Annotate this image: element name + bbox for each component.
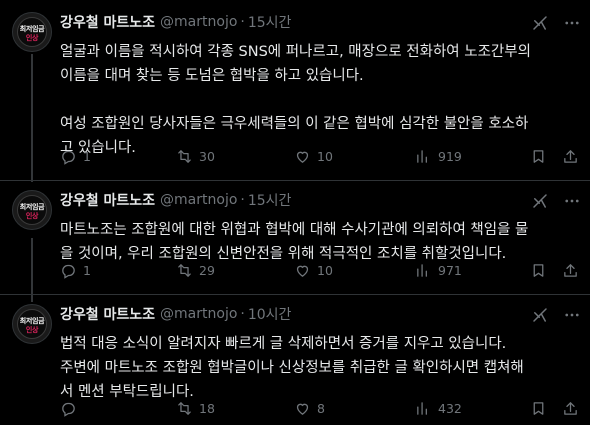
bookmark-button[interactable] xyxy=(530,400,553,417)
separator-dot: · xyxy=(240,192,245,208)
repost-count: 29 xyxy=(199,263,215,278)
share-button[interactable] xyxy=(562,262,585,279)
share-icon xyxy=(564,402,577,415)
grok-icon[interactable] xyxy=(531,14,549,32)
reply-button[interactable]: 1 xyxy=(60,262,91,279)
share-icon xyxy=(564,264,577,277)
author-name[interactable]: 강우철 마트노조 xyxy=(60,304,155,324)
author-name[interactable]: 강우철 마트노조 xyxy=(60,12,155,32)
reply-icon xyxy=(62,264,75,279)
reply-count: 1 xyxy=(83,149,91,164)
author-name[interactable]: 강우철 마트노조 xyxy=(60,190,155,210)
tweet-header: 강우철 마트노조 @martnojo · 10시간 xyxy=(60,304,291,324)
timestamp[interactable]: 10시간 xyxy=(248,304,292,324)
repost-count: 30 xyxy=(199,149,215,164)
separator-dot: · xyxy=(240,306,245,322)
repost-button[interactable]: 29 xyxy=(176,262,215,279)
author-handle[interactable]: @martnojo xyxy=(160,306,237,322)
grok-icon[interactable] xyxy=(531,306,549,324)
tweet-actions: 1 29 10 971 xyxy=(60,262,582,282)
avatar-logo-text: 인상 xyxy=(25,212,39,220)
tweet[interactable]: 최저임금 인상 강우철 마트노조 @martnojo · 15시간 마트노조는 … xyxy=(0,190,590,290)
avatar-logo-text: 최저임금 xyxy=(19,317,45,325)
bookmark-icon xyxy=(533,264,544,277)
like-count: 10 xyxy=(317,263,333,278)
tweet-actions: 18 8 432 xyxy=(60,400,582,420)
tweet[interactable]: 최저임금 인상 강우철 마트노조 @martnojo · 15시간 얼굴과 이름… xyxy=(0,12,590,170)
views-button[interactable]: 432 xyxy=(415,400,462,417)
avatar-logo-text: 최저임금 xyxy=(19,203,45,211)
avatar[interactable]: 최저임금 인상 xyxy=(12,12,52,52)
timestamp[interactable]: 15시간 xyxy=(248,190,292,210)
tweet-text: 법적 대응 소식이 알려지자 빠르게 글 삭제하면서 증거를 지우고 있습니다.… xyxy=(60,336,524,400)
like-icon xyxy=(296,403,309,415)
more-icon[interactable] xyxy=(563,306,581,324)
tweet-header: 강우철 마트노조 @martnojo · 15시간 xyxy=(60,190,291,210)
tweet-header: 강우철 마트노조 @martnojo · 15시간 xyxy=(60,12,291,32)
like-count: 8 xyxy=(317,401,325,416)
repost-icon xyxy=(178,402,191,415)
tweet-text: 얼굴과 이름을 적시하여 각종 SNS에 퍼나르고, 매장으로 전화하여 노조간… xyxy=(60,44,531,156)
tweet[interactable]: 최저임금 인상 강우철 마트노조 @martnojo · 10시간 법적 대응 … xyxy=(0,304,590,425)
views-count: 971 xyxy=(438,263,462,278)
bookmark-icon xyxy=(533,402,544,415)
share-icon xyxy=(564,150,577,163)
tweet-actions: 1 30 10 919 xyxy=(60,148,582,168)
like-count: 10 xyxy=(317,149,333,164)
bookmark-button[interactable] xyxy=(530,148,553,165)
like-button[interactable]: 8 xyxy=(294,400,325,417)
repost-icon xyxy=(178,264,191,277)
timestamp[interactable]: 15시간 xyxy=(248,12,292,32)
repost-button[interactable]: 30 xyxy=(176,148,215,165)
views-icon xyxy=(417,150,427,163)
like-icon xyxy=(296,151,309,163)
views-count: 919 xyxy=(438,149,462,164)
tweet-text: 마트노조는 조합원에 대한 위협과 협박에 대해 수사기관에 의뢰하여 책임을 … xyxy=(60,222,529,262)
views-button[interactable]: 971 xyxy=(415,262,462,279)
views-icon xyxy=(417,264,427,277)
reply-button[interactable]: 1 xyxy=(60,148,91,165)
repost-icon xyxy=(178,150,191,163)
like-button[interactable]: 10 xyxy=(294,148,333,165)
tweet-divider xyxy=(0,180,590,181)
avatar-logo-text: 인상 xyxy=(25,326,39,334)
reply-icon xyxy=(62,402,75,417)
share-button[interactable] xyxy=(562,148,585,165)
avatar-logo-text: 인상 xyxy=(25,34,39,42)
avatar[interactable]: 최저임금 인상 xyxy=(12,190,52,230)
like-button[interactable]: 10 xyxy=(294,262,333,279)
grok-icon[interactable] xyxy=(531,192,549,210)
separator-dot: · xyxy=(240,14,245,30)
bookmark-button[interactable] xyxy=(530,262,553,279)
like-icon xyxy=(296,265,309,277)
views-button[interactable]: 919 xyxy=(415,148,462,165)
avatar-logo-text: 최저임금 xyxy=(19,25,45,33)
views-icon xyxy=(417,402,427,415)
reply-count: 1 xyxy=(83,263,91,278)
repost-button[interactable]: 18 xyxy=(176,400,215,417)
share-button[interactable] xyxy=(562,400,585,417)
author-handle[interactable]: @martnojo xyxy=(160,14,237,30)
reply-button[interactable] xyxy=(60,400,83,417)
avatar[interactable]: 최저임금 인상 xyxy=(12,304,52,344)
more-icon[interactable] xyxy=(563,192,581,210)
reply-icon xyxy=(62,150,75,165)
bookmark-icon xyxy=(533,150,544,163)
views-count: 432 xyxy=(438,401,462,416)
tweet-divider xyxy=(0,294,590,295)
author-handle[interactable]: @martnojo xyxy=(160,192,237,208)
repost-count: 18 xyxy=(199,401,215,416)
more-icon[interactable] xyxy=(563,14,581,32)
